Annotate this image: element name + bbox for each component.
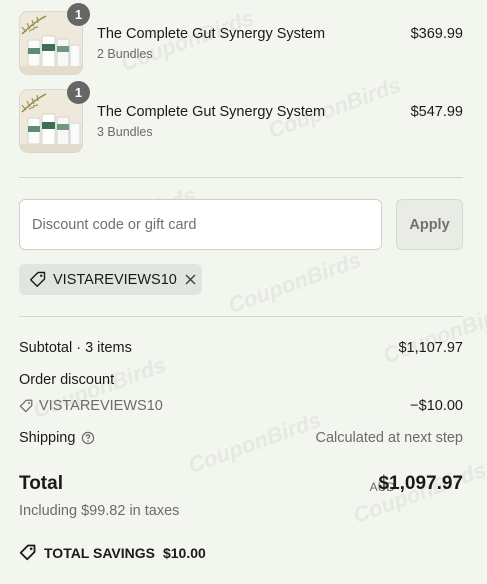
discount-code-input[interactable] [19,199,382,250]
tag-icon [19,399,33,413]
apply-button[interactable]: Apply [396,199,463,250]
taxes-note: Including $99.82 in taxes [19,503,180,519]
divider [19,316,463,317]
tag-icon [29,271,46,288]
remove-discount-icon[interactable] [184,273,197,286]
product-variant: 3 Bundles [97,125,153,139]
product-title: The Complete Gut Synergy System [97,26,326,42]
order-discount-code-text: VISTAREVIEWS10 [39,398,163,414]
shipping-value: Calculated at next step [315,430,463,446]
total-savings: TOTAL SAVINGS $10.00 [19,544,206,561]
order-discount-label: Order discount [19,372,115,388]
total-label: Total [19,473,63,494]
watermark: CouponBirds [379,296,487,369]
subtotal-value: $1,107.97 [398,340,463,356]
total-value: $1,097.97 [378,473,463,494]
shipping-label-row: Shipping [19,430,95,446]
savings-label: TOTAL SAVINGS [44,544,155,561]
savings-value: $10.00 [162,544,206,561]
watermark: CouponBirds [184,406,325,479]
order-discount-value: −$10.00 [410,398,463,414]
subtotal-label: Subtotal · 3 items [19,340,132,356]
product-price: $547.99 [410,104,463,120]
applied-discount-chip: VISTAREVIEWS10 [19,264,202,295]
savings-tag-icon [19,544,36,561]
quantity-badge: 1 [67,3,90,26]
order-discount-code: VISTAREVIEWS10 [19,398,163,414]
help-icon[interactable] [81,431,95,445]
shipping-label: Shipping [19,430,76,446]
divider [19,177,463,178]
product-title: The Complete Gut Synergy System [97,104,326,120]
discount-code-label: VISTAREVIEWS10 [53,271,177,288]
watermark: CouponBirds [224,246,365,319]
quantity-badge: 1 [67,81,90,104]
product-price: $369.99 [410,26,463,42]
product-variant: 2 Bundles [97,47,153,61]
